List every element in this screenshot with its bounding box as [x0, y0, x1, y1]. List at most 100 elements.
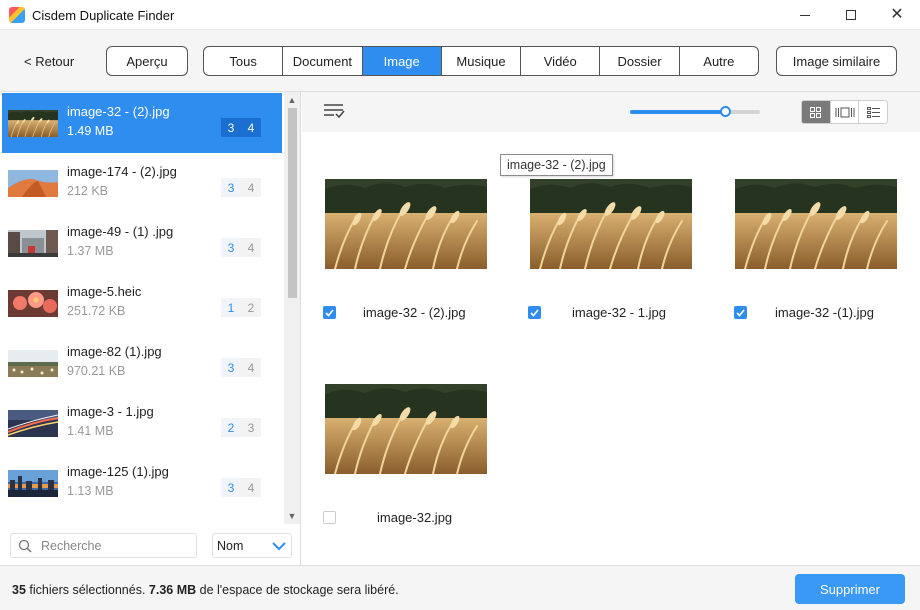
file-name: image-5.heic	[67, 284, 142, 299]
file-list-item[interactable]: image-3 - 1.jpg 1.41 MB 2 3	[2, 393, 282, 453]
preview-checkbox[interactable]	[323, 511, 336, 524]
back-button[interactable]: < Retour	[24, 54, 74, 69]
file-list-item[interactable]: image-125 (1).jpg 1.13 MB 3 4	[2, 453, 282, 513]
file-list: image-32 - (2).jpg 1.49 MB 3 4 image-174 - (…	[0, 92, 284, 524]
list-view-icon	[866, 106, 880, 118]
scroll-down-icon[interactable]: ▼	[287, 511, 297, 521]
file-thumbnail	[8, 350, 58, 377]
preview-panel: image-32 - (2).jpg image-32 - 1.jpg imag…	[302, 92, 920, 565]
tab-other[interactable]: Autre	[680, 47, 758, 75]
duplicate-count-badge: 34	[221, 118, 261, 137]
file-name: image-82 (1).jpg	[67, 344, 162, 359]
duplicate-count-badge: 23	[221, 418, 261, 437]
total-count-badge: 4	[241, 238, 261, 257]
file-name: image-174 - (2).jpg	[67, 164, 177, 179]
preview-checkbox[interactable]	[323, 306, 336, 319]
file-list-item[interactable]: image-49 - (1) .jpg 1.37 MB 3 4	[2, 213, 282, 273]
list-view-button[interactable]	[859, 101, 887, 123]
checkmark-icon	[325, 308, 334, 317]
file-list-item[interactable]: image-32 - (2).jpg 1.49 MB 3 4	[2, 93, 282, 153]
window-title: Cisdem Duplicate Finder	[32, 8, 175, 23]
carousel-view-button[interactable]	[831, 101, 860, 123]
tab-image[interactable]: Image	[362, 47, 442, 75]
selected-count-badge: 3	[221, 178, 241, 197]
selected-count-badge: 2	[221, 418, 241, 437]
scrollbar-thumb[interactable]	[288, 108, 297, 298]
file-list-panel: image-32 - (2).jpg 1.49 MB 3 4 image-174 - (…	[0, 92, 301, 565]
sort-dropdown[interactable]: Nom	[212, 533, 292, 558]
maximize-button[interactable]	[828, 0, 874, 30]
selected-count-badge: 3	[221, 118, 241, 137]
search-box	[10, 533, 197, 558]
preview-file-name: image-32 - (2).jpg	[363, 305, 466, 320]
toolbar: < Retour Aperçu Tous Document Image Musi…	[0, 30, 920, 92]
preview-button[interactable]: Aperçu	[106, 46, 188, 76]
preview-image[interactable]	[530, 179, 692, 269]
preview-image[interactable]	[325, 179, 487, 269]
selected-count-badge: 3	[221, 358, 241, 377]
search-input[interactable]	[41, 537, 191, 555]
duplicate-count-badge: 34	[221, 358, 261, 377]
search-icon	[18, 539, 32, 553]
file-thumbnail	[8, 290, 58, 317]
total-count-badge: 4	[241, 478, 261, 497]
zoom-slider-handle[interactable]	[719, 106, 731, 117]
tab-video[interactable]: Vidéo	[521, 47, 601, 75]
minimize-icon	[800, 14, 810, 16]
file-list-item[interactable]: image-174 - (2).jpg 212 KB 3 4	[2, 153, 282, 213]
tab-all[interactable]: Tous	[204, 47, 284, 75]
file-list-item[interactable]: image-5.heic 251.72 KB 1 2	[2, 273, 282, 333]
duplicate-count-badge: 12	[221, 298, 261, 317]
duplicate-count-badge: 34	[221, 238, 261, 257]
close-icon: ✕	[890, 6, 904, 23]
preview-file-name: image-32 - 1.jpg	[572, 305, 666, 320]
file-name: image-3 - 1.jpg	[67, 404, 154, 419]
file-list-item[interactable]: image-82 (1).jpg 970.21 KB 3 4	[2, 333, 282, 393]
duplicate-count-badge: 34	[221, 478, 261, 497]
select-options-icon[interactable]	[323, 103, 345, 119]
preview-image[interactable]	[325, 384, 487, 474]
file-thumbnail	[8, 470, 58, 497]
close-button[interactable]: ✕	[874, 0, 920, 30]
checkmark-icon	[530, 308, 539, 317]
freed-size-text: de l'espace de stockage sera libéré.	[199, 583, 399, 597]
total-count-badge: 3	[241, 418, 261, 437]
tab-music[interactable]: Musique	[442, 47, 522, 75]
duplicate-count-badge: 34	[221, 178, 261, 197]
total-count-badge: 2	[241, 298, 261, 317]
delete-button[interactable]: Supprimer	[795, 574, 905, 604]
sort-value: Nom	[217, 539, 244, 553]
tab-folder[interactable]: Dossier	[600, 47, 680, 75]
preview-checkbox[interactable]	[734, 306, 747, 319]
tab-document[interactable]: Document	[283, 47, 363, 75]
category-tabs: Tous Document Image Musique Vidéo Dossie…	[203, 46, 759, 76]
file-size: 1.41 MB	[67, 424, 114, 438]
list-scrollbar[interactable]: ▲ ▼	[284, 92, 300, 524]
file-size: 970.21 KB	[67, 364, 126, 378]
title-bar: Cisdem Duplicate Finder ✕	[0, 0, 920, 30]
preview-image[interactable]	[735, 179, 897, 269]
file-name: image-49 - (1) .jpg	[67, 224, 174, 239]
zoom-slider[interactable]	[630, 106, 760, 117]
file-name: image-125 (1).jpg	[67, 464, 169, 479]
file-thumbnail	[8, 110, 58, 137]
total-count-badge: 4	[241, 358, 261, 377]
zoom-slider-fill	[630, 110, 725, 114]
grid-view-button[interactable]	[802, 101, 831, 123]
total-count-badge: 4	[241, 118, 261, 137]
preview-file-name: image-32.jpg	[377, 510, 453, 525]
selection-summary: 35 fichiers sélectionnés. 7.36 MB de l'e…	[12, 583, 399, 597]
scroll-up-icon[interactable]: ▲	[287, 95, 297, 105]
grid-view-icon	[810, 106, 822, 118]
view-mode-switch	[801, 100, 888, 124]
selected-count-badge: 1	[221, 298, 241, 317]
minimize-button[interactable]	[782, 0, 828, 30]
selected-count-badge: 3	[221, 238, 241, 257]
selected-count-badge: 3	[221, 478, 241, 497]
preview-file-name: image-32 -(1).jpg	[775, 305, 874, 320]
status-bar: 35 fichiers sélectionnés. 7.36 MB de l'e…	[0, 565, 920, 610]
file-size: 1.49 MB	[67, 124, 114, 138]
similar-image-button[interactable]: Image similaire	[776, 46, 897, 76]
file-size: 1.37 MB	[67, 244, 114, 258]
preview-checkbox[interactable]	[528, 306, 541, 319]
